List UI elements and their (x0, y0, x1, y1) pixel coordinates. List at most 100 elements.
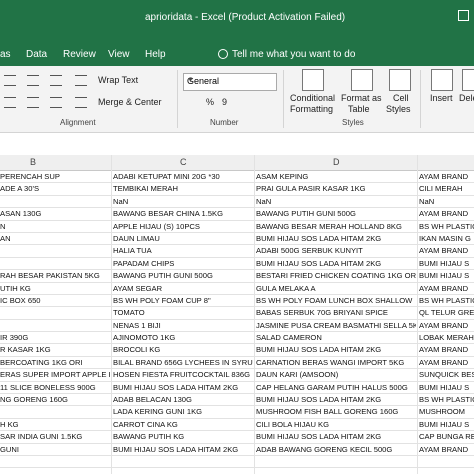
cell-d[interactable]: NaN (256, 196, 416, 207)
wrap-text-button[interactable]: Wrap Text (98, 75, 138, 85)
menu-item-review[interactable]: Review (63, 49, 96, 60)
cell-b[interactable]: AN (0, 233, 110, 244)
cell-c[interactable]: TEMBIKAI MERAH (113, 183, 253, 194)
cell-c[interactable]: AJINOMOTO 1KG (113, 332, 253, 343)
menu-item-data[interactable]: Data (26, 49, 47, 60)
cell-b[interactable]: ASAN 130G (0, 208, 110, 219)
cell-d[interactable]: MUSHROOM FISH BALL GORENG 160G (256, 406, 416, 417)
cell-b[interactable]: BERCOATING 1KG ORI (0, 357, 110, 368)
delete-icon[interactable] (462, 69, 474, 91)
cell-e[interactable]: BUMI HIJAU S (419, 419, 474, 430)
cell-d[interactable]: BUMI HIJAU SOS LADA HITAM 2KG (256, 344, 416, 355)
cell-e[interactable]: AYAM BRAND (419, 444, 474, 455)
cell-d[interactable]: BUMI HIJAU SOS LADA HITAM 2KG (256, 431, 416, 442)
cell-e[interactable]: IKAN MASIN G (419, 233, 474, 244)
indent-icon[interactable] (75, 97, 87, 108)
cell-e[interactable]: NaN (419, 196, 474, 207)
cell-e[interactable]: AYAM BRAND (419, 344, 474, 355)
format-as-table-label-1[interactable]: Format as (341, 93, 382, 103)
cell-d[interactable]: ASAM KEPING (256, 171, 416, 182)
cell-c[interactable]: BILAL BRAND 656G LYCHEES IN SYRUP (113, 357, 253, 368)
menu-item-help[interactable]: Help (145, 49, 166, 60)
cell-e[interactable] (419, 456, 474, 467)
cell-e[interactable]: CAP BUNGA RE (419, 431, 474, 442)
cell-b[interactable] (0, 456, 110, 467)
cell-c[interactable]: PAPADAM CHIPS (113, 258, 253, 269)
cell-styles-icon[interactable] (389, 69, 411, 91)
cell-e[interactable]: MUSHROOM (419, 406, 474, 417)
align-center-icon[interactable] (27, 97, 39, 108)
cell-b[interactable]: ERAS SUPER IMPORT APPLE H (0, 369, 110, 380)
cell-d[interactable]: BAWANG PUTIH GUNI 500G (256, 208, 416, 219)
cell-e[interactable]: AYAM BRAND (419, 357, 474, 368)
restore-icon[interactable] (458, 10, 469, 21)
cell-e[interactable]: AYAM BRAND (419, 283, 474, 294)
cell-c[interactable]: NENAS 1 BIJI (113, 320, 253, 331)
cell-c[interactable]: BAWANG BESAR CHINA 1.5KG (113, 208, 253, 219)
cell-b[interactable]: RAH BESAR PAKISTAN 5KG (0, 270, 110, 281)
cell-e[interactable]: BS WH PLASTIC (419, 394, 474, 405)
cell-e[interactable]: QL TELUR GRE (419, 307, 474, 318)
number-format-dropdown[interactable]: General ▼ (183, 73, 277, 91)
cell-e[interactable]: AYAM BRAND (419, 320, 474, 331)
insert-icon[interactable] (431, 69, 453, 91)
merge-center-button[interactable]: Merge & Center (98, 97, 162, 107)
cell-e[interactable]: LOBAK MERAH (419, 332, 474, 343)
cell-b[interactable]: SAR INDIA GUNI 1.5KG (0, 431, 110, 442)
cell-c[interactable]: TOMATO (113, 307, 253, 318)
cell-e[interactable]: BUMI HIJAU S (419, 382, 474, 393)
cell-d[interactable]: ADABI 500G SERBUK KUNYIT (256, 245, 416, 256)
cell-e[interactable]: BUMI HIJAU S (419, 258, 474, 269)
menu-item-view[interactable]: View (108, 49, 130, 60)
cell-b[interactable] (0, 196, 110, 207)
cell-c[interactable]: LADA KERING GUNI 1KG (113, 406, 253, 417)
cell-d[interactable]: BS WH POLY FOAM LUNCH BOX SHALLOW (256, 295, 416, 306)
cell-d[interactable]: BESTARI FRIED CHICKEN COATING 1KG ORI (256, 270, 416, 281)
format-as-table-label-2[interactable]: Table (348, 104, 370, 114)
orientation-icon[interactable] (75, 75, 87, 86)
column-header-c[interactable]: C (180, 157, 187, 167)
percent-style-button[interactable]: % (206, 97, 214, 107)
cell-b[interactable]: PERENCAH SUP (0, 171, 110, 182)
cell-c[interactable]: ADAB BELACAN 130G (113, 394, 253, 405)
cell-b[interactable] (0, 307, 110, 318)
cell-c[interactable]: HALIA TUA (113, 245, 253, 256)
cell-d[interactable]: CARNATION BERAS WANGI IMPORT 5KG (256, 357, 416, 368)
cell-d[interactable]: GULA MELAKA A (256, 283, 416, 294)
delete-button[interactable]: Delete (459, 93, 474, 103)
insert-button[interactable]: Insert (430, 93, 453, 103)
cell-c[interactable]: BUMI HIJAU SOS LADA HITAM 2KG (113, 382, 253, 393)
align-middle-icon[interactable] (27, 75, 39, 86)
conditional-formatting-label-1[interactable]: Conditional (290, 93, 335, 103)
cell-b[interactable] (0, 320, 110, 331)
column-header-d[interactable]: D (333, 157, 340, 167)
cell-d[interactable]: BUMI HIJAU SOS LADA HITAM 2KG (256, 258, 416, 269)
conditional-formatting-label-2[interactable]: Formatting (290, 104, 333, 114)
cell-e[interactable]: BS WH PLASTIC (419, 221, 474, 232)
cell-e[interactable]: CILI MERAH (419, 183, 474, 194)
cell-b[interactable]: UTIH KG (0, 283, 110, 294)
cell-c[interactable]: HOSEN FIESTA FRUITCOCKTAIL 836G (113, 369, 253, 380)
cell-c[interactable]: BROCOLI KG (113, 344, 253, 355)
cell-d[interactable]: CAP HELANG GARAM PUTIH HALUS 500G (256, 382, 416, 393)
cell-c[interactable]: CARROT CINA KG (113, 419, 253, 430)
cell-c[interactable]: AYAM SEGAR (113, 283, 253, 294)
cell-d[interactable]: BABAS SERBUK 70G BRIYANI SPICE (256, 307, 416, 318)
cell-b[interactable]: H KG (0, 419, 110, 430)
cell-b[interactable]: IR 390G (0, 332, 110, 343)
cell-d[interactable]: PRAI GULA PASIR KASAR 1KG (256, 183, 416, 194)
cell-d[interactable]: BAWANG BESAR MERAH HOLLAND 8KG (256, 221, 416, 232)
conditional-formatting-icon[interactable] (302, 69, 324, 91)
cell-c[interactable]: ADABI KETUPAT MINI 20G *30 (113, 171, 253, 182)
align-bottom-icon[interactable] (50, 75, 62, 86)
cell-c[interactable]: DAUN LIMAU (113, 233, 253, 244)
cell-b[interactable]: ADE A 30'S (0, 183, 110, 194)
cell-e[interactable]: AYAM BRAND (419, 171, 474, 182)
align-top-icon[interactable] (4, 75, 16, 86)
cell-c[interactable]: BS WH POLY FOAM CUP 8" (113, 295, 253, 306)
cell-d[interactable]: CILI BOLA HIJAU KG (256, 419, 416, 430)
cell-e[interactable]: BS WH PLASTIC (419, 295, 474, 306)
cell-c[interactable]: APPLE HIJAU (S) 10PCS (113, 221, 253, 232)
align-left-icon[interactable] (4, 97, 16, 108)
cell-c[interactable] (113, 456, 253, 467)
